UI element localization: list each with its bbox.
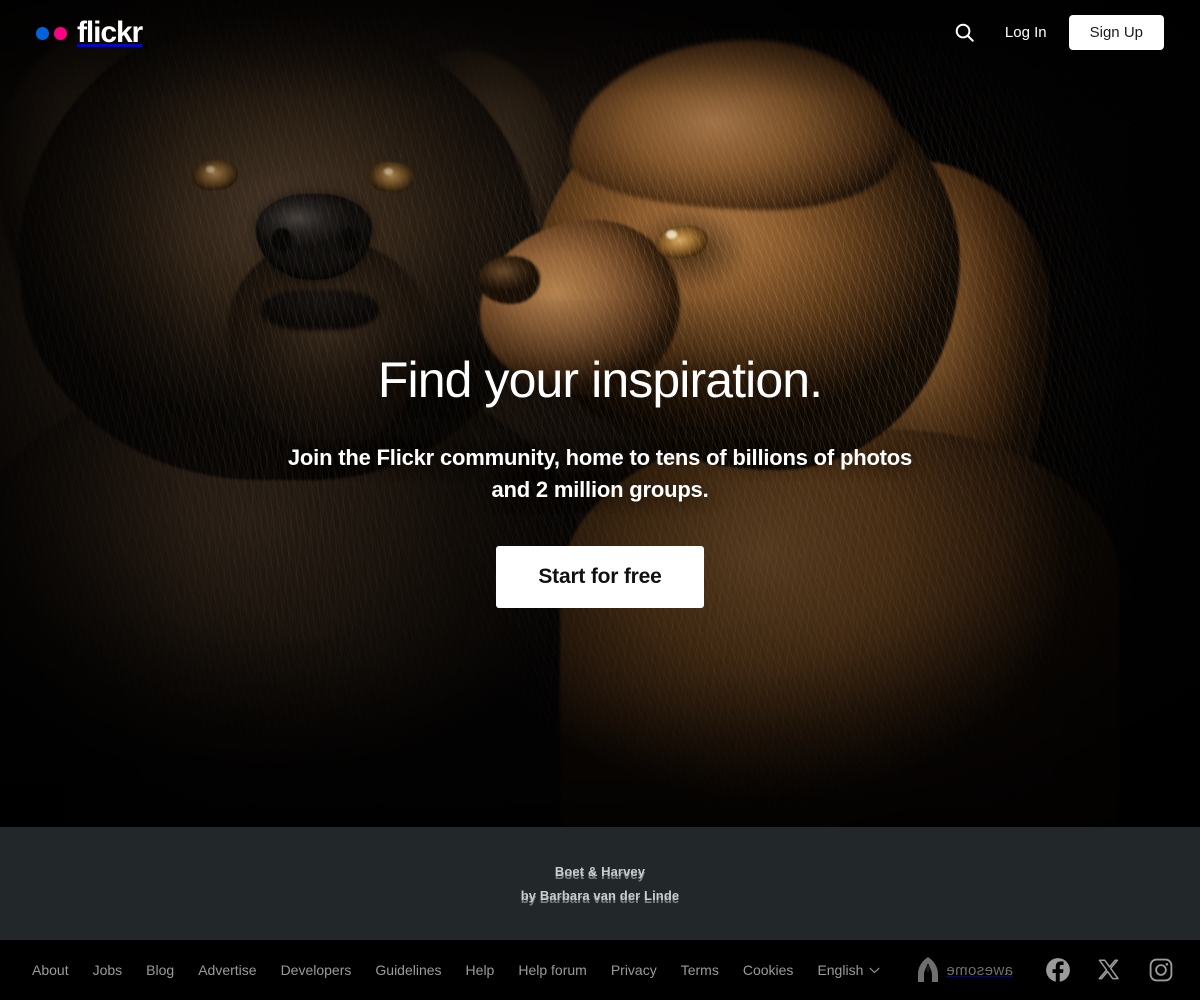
footer-right: awesome xyxy=(915,955,1174,985)
signup-button[interactable]: Sign Up xyxy=(1068,14,1164,50)
instagram-link[interactable] xyxy=(1148,957,1174,983)
photo-credit-photographer: by Barbara van der Linde xyxy=(521,889,680,905)
flickr-logo[interactable]: flickr xyxy=(36,16,143,49)
footer-link-advertise[interactable]: Advertise xyxy=(186,963,268,977)
footer-inner: About Jobs Blog Advertise Developers Gui… xyxy=(28,940,1174,1000)
footer-link-privacy[interactable]: Privacy xyxy=(599,963,669,977)
flickr-landing-page: flickr Log In Sign Up Find your inspirat… xyxy=(0,0,1200,1000)
x-twitter-icon xyxy=(1098,959,1119,979)
hero-title: Find your inspiration. xyxy=(377,352,823,408)
footer-links: About Jobs Blog Advertise Developers Gui… xyxy=(28,962,892,978)
footer-link-help[interactable]: Help xyxy=(454,963,507,977)
photo-credit-inner: Boet & Harvey by Barbara van der Linde xyxy=(0,827,1200,940)
smugmug-awesome-icon xyxy=(918,957,938,982)
facebook-icon xyxy=(1046,958,1070,983)
hero-copy: Find your inspiration. Join the Flickr c… xyxy=(0,352,1200,608)
footer-link-jobs[interactable]: Jobs xyxy=(81,963,135,977)
footer-link-developers[interactable]: Developers xyxy=(269,963,364,977)
logo-dot-pink xyxy=(54,26,67,40)
instagram-icon xyxy=(1149,958,1173,982)
hero-cta-wrapper: Start for free xyxy=(0,545,1200,608)
chevron-down-icon xyxy=(869,967,880,973)
start-for-free-button[interactable]: Start for free xyxy=(496,545,704,608)
login-link[interactable]: Log In xyxy=(991,24,1061,41)
facebook-link[interactable] xyxy=(1045,957,1071,983)
footer-link-guidelines[interactable]: Guidelines xyxy=(363,963,453,977)
footer-link-about[interactable]: About xyxy=(28,963,81,977)
smugmug-awesome-logo[interactable]: awesome xyxy=(915,955,1019,985)
photo-credit-band: Boet & Harvey by Barbara van der Linde xyxy=(0,827,1200,940)
awesome-label: awesome xyxy=(946,961,1013,979)
photo-credit-title: Boet & Harvey xyxy=(555,865,645,881)
hero-subtitle: Join the Flickr community, home to tens … xyxy=(287,445,913,502)
header-actions: Log In Sign Up xyxy=(945,12,1164,52)
site-header: flickr Log In Sign Up xyxy=(0,0,1200,64)
footer-link-cookies[interactable]: Cookies xyxy=(731,963,806,977)
search-button[interactable] xyxy=(945,12,985,52)
logo-dot-blue xyxy=(36,26,49,40)
site-footer: About Jobs Blog Advertise Developers Gui… xyxy=(0,940,1200,1000)
footer-link-terms[interactable]: Terms xyxy=(669,963,731,977)
footer-link-blog[interactable]: Blog xyxy=(134,963,186,977)
x-twitter-link[interactable] xyxy=(1097,958,1122,983)
search-icon xyxy=(956,23,975,42)
logo-wordmark: flickr xyxy=(77,16,143,49)
footer-link-help-forum[interactable]: Help forum xyxy=(506,963,598,977)
language-label: English xyxy=(817,962,864,978)
language-selector[interactable]: English xyxy=(805,962,892,978)
